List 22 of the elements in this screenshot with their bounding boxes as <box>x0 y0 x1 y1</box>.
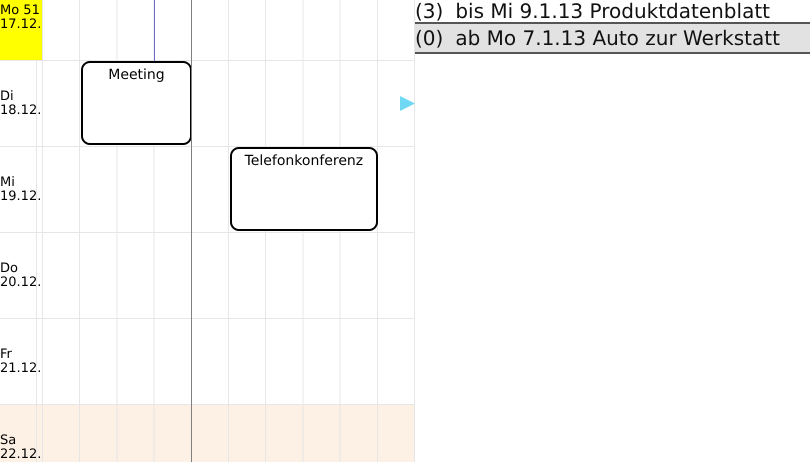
date-text: 20.12. <box>0 276 42 290</box>
task-text: ab Mo 7.1.13 Auto zur Werkstatt <box>455 26 780 50</box>
weekday-text: Di <box>0 90 15 104</box>
weekday-text: Mo 51 <box>0 4 41 18</box>
event-block[interactable]: Telefonkonferenz <box>230 147 378 231</box>
play-arrow-icon[interactable] <box>400 96 415 111</box>
date-text: 17.12. <box>0 18 42 32</box>
date-text: 21.12. <box>0 362 42 376</box>
timeline-marker <box>154 0 155 61</box>
weekday-text: Mi <box>0 176 16 190</box>
date-text: 22.12. <box>0 448 42 462</box>
task-row[interactable]: (0) ab Mo 7.1.13 Auto zur Werkstatt <box>415 24 810 54</box>
weekday-text: Sa <box>0 434 18 448</box>
task-count: (0) <box>415 26 444 50</box>
date-text: 18.12. <box>0 104 42 118</box>
event-block[interactable]: Meeting <box>81 61 192 145</box>
task-text: bis Mi 9.1.13 Produktdatenblatt <box>455 0 770 23</box>
date-text: 19.12. <box>0 190 42 204</box>
weekday-text: Fr <box>0 348 13 362</box>
task-row[interactable]: (3) bis Mi 9.1.13 Produktdatenblatt <box>415 0 810 24</box>
weekday-text: Do <box>0 262 19 276</box>
task-count: (3) <box>415 0 444 23</box>
